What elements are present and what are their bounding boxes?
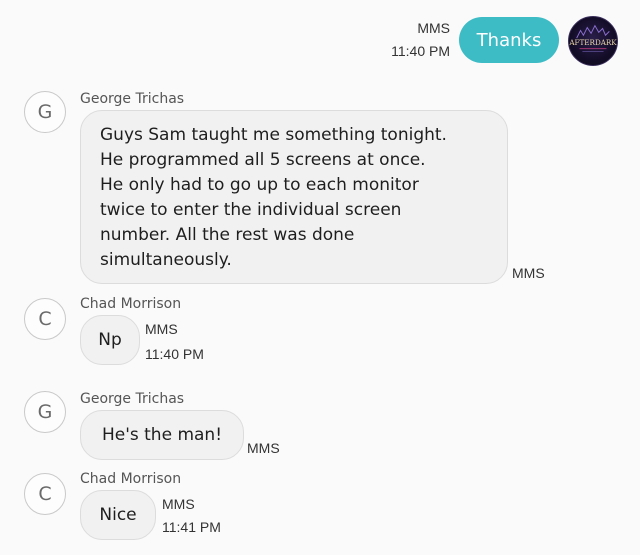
avatar-letter: C [38,308,52,330]
incoming-message-bubble[interactable]: Guys Sam taught me something tonight. He… [80,110,508,284]
message-line: He only had to go up to each monitor [100,175,419,195]
outgoing-message-text: Thanks [476,29,542,51]
message-timestamp: 11:41 PM [162,519,221,535]
message-timestamp: 11:40 PM [145,346,204,362]
message-line: twice to enter the individual screen [100,200,402,220]
sender-name: Chad Morrison [80,296,182,312]
sender-name: George Trichas [80,91,185,107]
sender-avatar-george[interactable]: G [24,91,66,133]
sender-avatar-chad[interactable]: C [24,298,66,340]
message-text: Np [98,329,122,350]
afterdark-logo-image: AFTERDARK [569,24,617,52]
message-type-label: MMS [512,265,545,281]
afterdark-logo-avatar[interactable]: AFTERDARK [568,16,618,66]
incoming-message-bubble[interactable]: Np [80,315,140,365]
incoming-message-bubble[interactable]: Nice [80,490,156,540]
sender-name: George Trichas [80,391,185,407]
message-text: Nice [99,504,137,525]
sender-name: Chad Morrison [80,471,182,487]
outgoing-message-bubble[interactable]: Thanks [459,17,559,63]
avatar-letter: G [37,101,53,123]
svg-text:AFTERDARK: AFTERDARK [569,38,617,47]
avatar-letter: G [37,401,53,423]
message-line: simultaneously. [100,250,232,270]
message-line: Guys Sam taught me something tonight. [100,125,447,145]
avatar-letter: C [38,483,52,505]
outgoing-timestamp: 11:40 PM [391,43,450,59]
incoming-message-bubble[interactable]: He's the man! [80,410,244,460]
sender-avatar-george[interactable]: G [24,391,66,433]
outgoing-message-type: MMS [417,20,450,36]
message-type-label: MMS [162,496,195,512]
message-type-label: MMS [247,440,280,456]
message-text: He's the man! [101,424,223,445]
message-line: number. All the rest was done [100,225,355,245]
sender-avatar-chad[interactable]: C [24,473,66,515]
message-type-label: MMS [145,321,178,337]
message-line: He programmed all 5 screens at once. [100,150,426,170]
